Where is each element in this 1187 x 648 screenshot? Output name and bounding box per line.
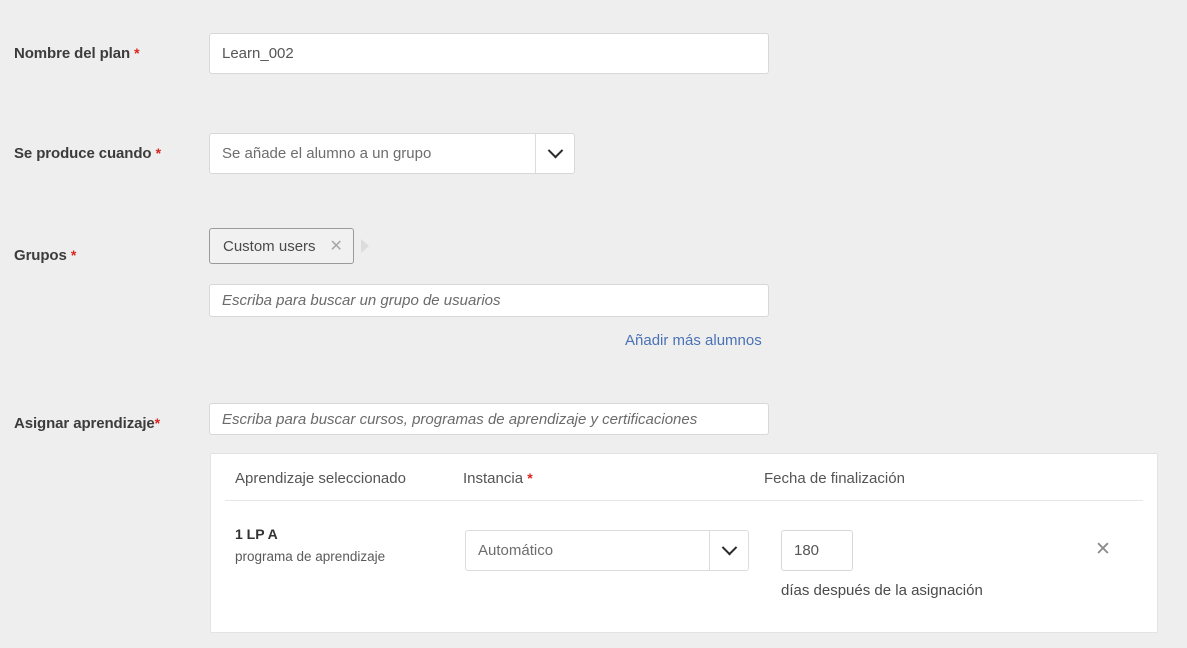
learning-search-placeholder: Escriba para buscar cursos, programas de… xyxy=(222,410,698,428)
groups-label-text: Grupos xyxy=(14,247,67,264)
column-header-learning: Aprendizaje seleccionado xyxy=(235,470,406,487)
plan-name-label-text: Nombre del plan xyxy=(14,45,131,62)
plan-name-label: Nombre del plan * xyxy=(14,45,140,62)
row-learning-title: 1 LP A xyxy=(235,526,278,542)
column-header-instance-text: Instancia xyxy=(463,470,524,487)
add-more-learners-link[interactable]: Añadir más alumnos xyxy=(625,332,762,349)
instance-required-asterisk: * xyxy=(527,470,533,486)
column-header-completion-date: Fecha de finalización xyxy=(764,470,905,487)
group-chip-label: Custom users xyxy=(223,237,316,255)
assign-learning-label: Asignar aprendizaje* xyxy=(14,415,160,432)
instance-select[interactable]: Automático xyxy=(465,530,749,571)
trigger-required-asterisk: * xyxy=(155,145,161,161)
table-header-divider xyxy=(225,500,1143,501)
trigger-select[interactable]: Se añade el alumno a un grupo xyxy=(209,133,575,174)
days-caption: días después de la asignación xyxy=(781,582,983,599)
days-value: 180 xyxy=(794,542,820,559)
days-input[interactable]: 180 xyxy=(781,530,853,571)
close-icon[interactable]: ✕ xyxy=(1095,540,1111,559)
chevron-down-icon[interactable] xyxy=(535,134,574,173)
chevron-down-icon[interactable] xyxy=(709,531,748,570)
group-chip[interactable]: Custom users ✕ xyxy=(209,228,354,264)
learning-search-input[interactable]: Escriba para buscar cursos, programas de… xyxy=(209,403,769,435)
assign-learning-label-text: Asignar aprendizaje xyxy=(14,415,155,432)
plan-name-value: Learn_002 xyxy=(222,45,294,62)
learning-table-header: Aprendizaje seleccionado Instancia * Fec… xyxy=(211,454,1157,500)
trigger-selected-value: Se añade el alumno a un grupo xyxy=(222,145,432,162)
group-search-placeholder: Escriba para buscar un grupo de usuarios xyxy=(222,292,501,309)
groups-label: Grupos * xyxy=(14,247,76,264)
plan-name-required-asterisk: * xyxy=(134,45,140,61)
caret-right-icon[interactable] xyxy=(360,239,369,253)
groups-required-asterisk: * xyxy=(70,247,77,263)
trigger-label: Se produce cuando * xyxy=(14,145,161,162)
group-search-input[interactable]: Escriba para buscar un grupo de usuarios xyxy=(209,284,769,317)
trigger-label-text: Se produce cuando xyxy=(14,145,152,162)
selected-learning-card: Aprendizaje seleccionado Instancia * Fec… xyxy=(210,453,1158,633)
row-learning-subtitle: programa de aprendizaje xyxy=(235,549,386,564)
column-header-instance: Instancia * xyxy=(463,470,533,487)
groups-chip-list: Custom users ✕ xyxy=(209,228,369,264)
instance-selected-value: Automático xyxy=(478,542,554,559)
close-icon[interactable]: ✕ xyxy=(330,238,343,254)
assign-learning-required-asterisk: * xyxy=(154,415,161,431)
plan-name-input[interactable]: Learn_002 xyxy=(209,33,769,74)
